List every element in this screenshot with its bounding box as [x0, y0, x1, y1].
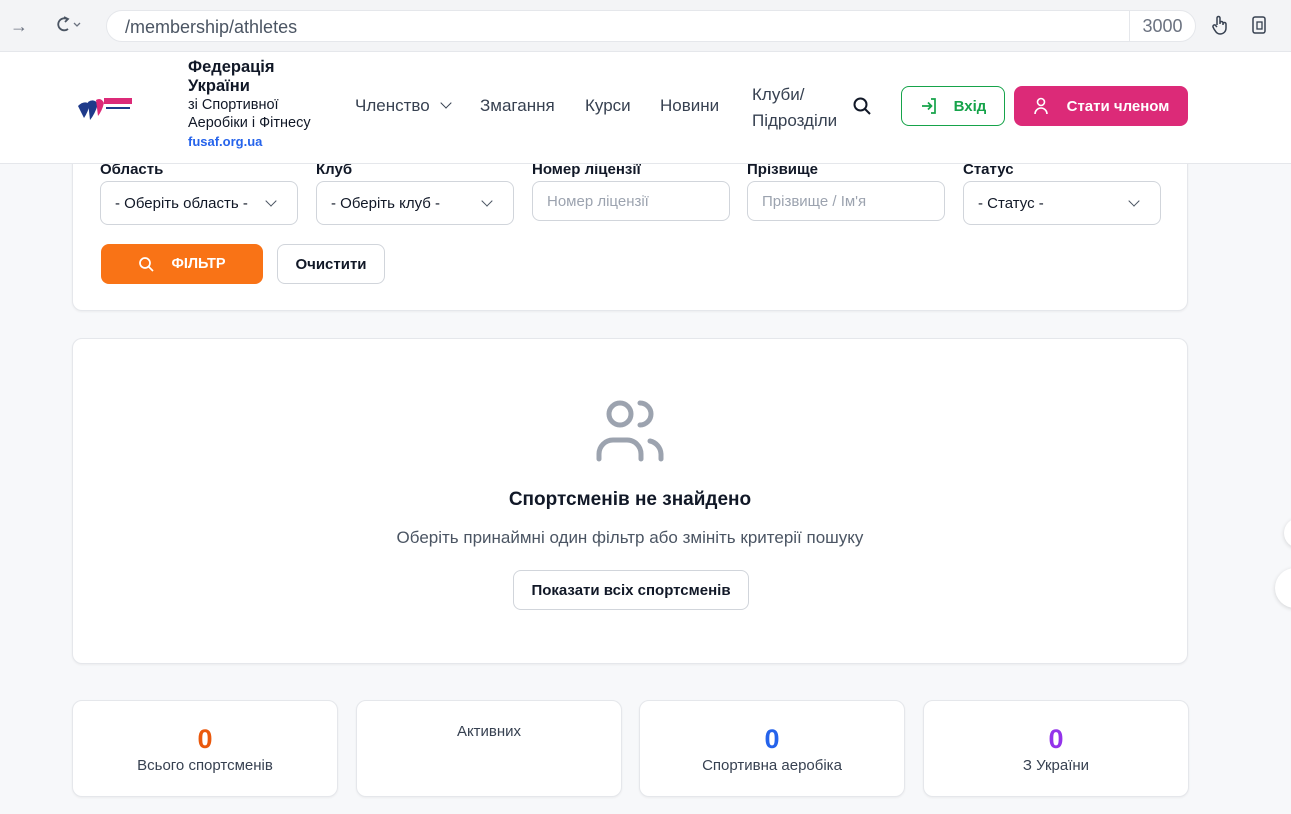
stat-aerobics-value: 0 [764, 724, 780, 754]
nav-item-news[interactable]: Новини [660, 96, 719, 116]
device-toggle-icon[interactable] [1250, 14, 1268, 42]
stat-card-ukraine: 0 З України [923, 700, 1189, 797]
stat-total-value: 0 [197, 724, 213, 754]
brand-url[interactable]: fusaf.org.ua [188, 132, 338, 151]
browser-toolbar: → /membership/athletes 3000 [0, 0, 1291, 52]
clear-button[interactable]: Очистити [277, 244, 385, 284]
surname-placeholder: Прізвище / Ім'я [762, 192, 867, 210]
license-placeholder: Номер ліцензії [547, 192, 649, 210]
nav-item-clubs[interactable]: Клуби/ Підрозділи [752, 82, 837, 134]
login-label: Вхід [953, 97, 987, 115]
become-member-label: Стати членом [1066, 97, 1170, 115]
status-select[interactable]: - Статус - [963, 181, 1161, 225]
stat-ukraine-value: 0 [1048, 724, 1064, 754]
become-member-button[interactable]: Стати членом [1014, 86, 1188, 126]
chevron-down-icon [481, 195, 493, 207]
club-select[interactable]: - Оберіть клуб - [316, 181, 514, 225]
filter-button[interactable]: ФІЛЬТР [101, 244, 263, 284]
floating-widget-button[interactable] [1284, 518, 1291, 548]
filter-panel: Область - Оберіть область - Клуб - Обері… [72, 140, 1188, 311]
search-icon[interactable] [852, 96, 872, 116]
empty-state-description: Оберіть принаймні один фільтр або змініт… [396, 528, 864, 547]
stat-card-aerobics: 0 Спортивна аеробіка [639, 700, 905, 797]
floating-chat-button[interactable] [1275, 568, 1291, 608]
empty-state-panel: Спортсменів не знайдено Оберіть принаймн… [72, 338, 1188, 664]
stat-aerobics-label: Спортивна аеробіка [702, 757, 842, 774]
stat-card-total: 0 Всього спортсменів [72, 700, 338, 797]
reload-icon[interactable] [52, 14, 86, 42]
filter-button-label: ФІЛЬТР [171, 256, 226, 272]
chevron-down-icon [1128, 195, 1140, 207]
users-icon [596, 397, 666, 463]
forward-arrow-icon[interactable]: → [10, 14, 28, 38]
login-icon [921, 98, 936, 114]
region-select[interactable]: - Оберіть область - [100, 181, 298, 225]
brand-subtitle: зі Спортивної Аеробіки і Фітнесу [188, 97, 311, 131]
region-select-value: - Оберіть область - [115, 194, 248, 212]
federation-logo[interactable] [74, 92, 138, 126]
show-all-athletes-button[interactable]: Показати всіх спортсменів [513, 570, 749, 610]
address-bar[interactable]: /membership/athletes 3000 [106, 10, 1196, 42]
nav-item-membership[interactable]: Членство [355, 96, 452, 116]
status-select-value: - Статус - [978, 194, 1044, 212]
nav-clubs-line1: Клуби/ [752, 85, 805, 104]
chevron-down-icon [265, 195, 277, 207]
brand-title[interactable]: Федерація України [188, 58, 338, 96]
stat-ukraine-label: З України [1022, 757, 1090, 774]
search-icon [139, 256, 155, 272]
nav-clubs-line2: Підрозділи [752, 111, 838, 130]
stat-card-active: Активних [356, 700, 622, 797]
stat-total-label: Всього спортсменів [137, 757, 273, 774]
nav-item-competitions[interactable]: Змагання [480, 96, 555, 116]
port-label: 3000 [1129, 11, 1195, 41]
nav-membership-label: Членство [355, 96, 430, 115]
surname-input[interactable]: Прізвище / Ім'я [747, 181, 945, 221]
url-text: /membership/athletes [125, 17, 298, 37]
nav-item-courses[interactable]: Курси [585, 96, 631, 116]
brand-block: Федерація України зі Спортивної Аеробіки… [188, 58, 338, 151]
license-input[interactable]: Номер ліцензії [532, 181, 730, 221]
user-icon [1033, 97, 1048, 115]
chevron-down-icon [440, 97, 452, 109]
club-select-value: - Оберіть клуб - [331, 194, 441, 212]
empty-state-title: Спортсменів не знайдено [508, 489, 752, 510]
stat-active-label: Активних [456, 723, 522, 740]
pointer-hand-icon[interactable] [1210, 14, 1230, 42]
site-header: Федерація України зі Спортивної Аеробіки… [0, 52, 1291, 164]
login-button[interactable]: Вхід [901, 86, 1005, 126]
